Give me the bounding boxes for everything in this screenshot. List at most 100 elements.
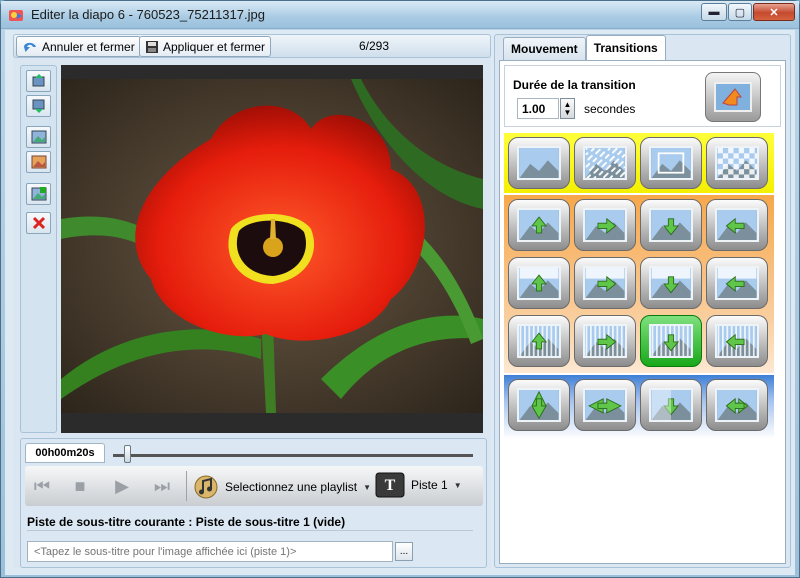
- transition-slide-left-button[interactable]: [706, 199, 768, 251]
- close-button[interactable]: ✕: [753, 3, 795, 21]
- time-display: 00h00m20s: [25, 443, 105, 463]
- transition-blinds-left-icon: [715, 324, 759, 358]
- playlist-dropdown[interactable]: Selectionnez une playlist ▼: [193, 473, 371, 501]
- slide-editor-panel: Annuler et fermer Appliquer et fermer 6/…: [13, 34, 491, 568]
- transition-slide-down-icon: [649, 208, 693, 242]
- image-preview: [61, 65, 483, 433]
- image-add-icon: [31, 187, 46, 201]
- image-icon: [31, 130, 46, 144]
- playlist-label: Selectionnez une playlist: [225, 480, 358, 494]
- tulip-photo: [61, 79, 483, 413]
- apply-close-label: Appliquer et fermer: [163, 39, 266, 54]
- effects-tabs: Mouvement Transitions: [503, 35, 666, 60]
- duration-unit: secondes: [584, 102, 636, 116]
- app-icon: [9, 10, 23, 21]
- transition-preview-button[interactable]: [705, 72, 761, 122]
- subtitle-more-button[interactable]: ...: [395, 542, 413, 561]
- minimize-icon: ▬: [708, 6, 720, 18]
- add-image-button[interactable]: [26, 183, 51, 205]
- transition-fade-icon: [517, 146, 561, 180]
- transition-blinds-down-button[interactable]: [640, 315, 702, 367]
- track-label: Piste 1: [411, 478, 448, 492]
- transition-wipe-down-icon: [649, 266, 693, 300]
- maximize-button[interactable]: ▢: [728, 3, 752, 21]
- skip-back-button[interactable]: ⏮: [27, 474, 57, 498]
- client-area: Annuler et fermer Appliquer et fermer 6/…: [5, 30, 795, 575]
- tab-mouvement[interactable]: Mouvement: [503, 37, 586, 60]
- title-bar[interactable]: Editer la diapo 6 - 760523_75211317.jpg …: [1, 1, 799, 29]
- seek-bar[interactable]: [113, 454, 473, 457]
- move-slide-up-button[interactable]: [26, 70, 51, 92]
- transition-wipe-left-button[interactable]: [706, 257, 768, 309]
- subtitle-track-dropdown[interactable]: T Piste 1 ▼: [375, 472, 462, 498]
- chevron-down-icon: ▼: [453, 480, 462, 490]
- spin-down-icon: ▼: [563, 107, 572, 117]
- transition-blinds-up-icon: [517, 324, 561, 358]
- play-button[interactable]: ▶: [107, 474, 137, 498]
- transition-center-out-button[interactable]: [706, 379, 768, 431]
- replace-image-button[interactable]: [26, 126, 51, 148]
- transition-split-vertical-button[interactable]: [508, 379, 570, 431]
- edit-image-button[interactable]: [26, 151, 51, 173]
- transition-center-out-icon: [715, 388, 759, 422]
- minimize-button[interactable]: ▬: [701, 3, 727, 21]
- skip-forward-button[interactable]: ⏭: [147, 474, 177, 498]
- close-icon: ✕: [769, 6, 779, 19]
- tab-transitions[interactable]: Transitions: [585, 35, 666, 60]
- transition-slide-right-button[interactable]: [574, 199, 636, 251]
- chevron-down-icon: ▼: [363, 482, 372, 492]
- transition-zoom-button[interactable]: [640, 137, 702, 189]
- duration-spinner[interactable]: ▲ ▼: [560, 98, 575, 119]
- apply-close-button[interactable]: Appliquer et fermer: [139, 36, 272, 57]
- transition-center-in-button[interactable]: [640, 379, 702, 431]
- transition-zoom-icon: [649, 146, 693, 180]
- transition-checker-icon: [715, 146, 759, 180]
- duration-input[interactable]: 1.00: [517, 98, 559, 119]
- control-separator: [186, 471, 187, 501]
- side-toolbar: [20, 65, 57, 433]
- move-slide-down-button[interactable]: [26, 95, 51, 117]
- duration-title: Durée de la transition: [513, 78, 636, 92]
- subtitle-input[interactable]: [27, 541, 393, 562]
- transition-wipe-up-button[interactable]: [508, 257, 570, 309]
- transition-checker-button[interactable]: [706, 137, 768, 189]
- save-icon: [146, 40, 158, 53]
- transition-split-horizontal-button[interactable]: [574, 379, 636, 431]
- duration-group: Durée de la transition 1.00 ▲ ▼ secondes: [504, 65, 781, 127]
- transition-blinds-right-button[interactable]: [574, 315, 636, 367]
- transition-fade-button[interactable]: [508, 137, 570, 189]
- stop-button[interactable]: ■: [65, 474, 95, 498]
- transition-wipe-up-icon: [517, 266, 561, 300]
- transition-wipe-right-button[interactable]: [574, 257, 636, 309]
- slide-counter: 6/293: [359, 39, 390, 53]
- effects-panel: Mouvement Transitions Durée de la transi…: [494, 34, 791, 568]
- delete-slide-button[interactable]: [26, 212, 51, 234]
- undo-icon: [24, 42, 36, 52]
- transition-blinds-left-button[interactable]: [706, 315, 768, 367]
- playback-controls: ⏮ ■ ▶ ⏭ Selectionnez une playlist ▼ T Pi…: [25, 466, 483, 506]
- seek-handle[interactable]: [123, 445, 131, 463]
- transitions-grid: [504, 133, 781, 441]
- cancel-close-label: Annuler et fermer: [42, 39, 135, 54]
- transition-slide-up-icon: [517, 208, 561, 242]
- transition-center-in-icon: [649, 388, 693, 422]
- window-title: Editer la diapo 6 - 760523_75211317.jpg: [31, 7, 265, 22]
- transition-slide-left-icon: [715, 208, 759, 242]
- transitions-tab-content: Durée de la transition 1.00 ▲ ▼ secondes: [499, 60, 786, 564]
- transition-slide-down-button[interactable]: [640, 199, 702, 251]
- top-toolbar: Annuler et fermer Appliquer et fermer 6/…: [13, 34, 491, 58]
- play-icon: ▶: [115, 475, 129, 496]
- delete-icon: [32, 216, 45, 230]
- transition-dissolve-button[interactable]: [574, 137, 636, 189]
- app-window: Editer la diapo 6 - 760523_75211317.jpg …: [0, 0, 800, 578]
- transition-wipe-down-button[interactable]: [640, 257, 702, 309]
- transition-wipe-left-icon: [715, 266, 759, 300]
- transition-blinds-down-icon: [649, 324, 693, 358]
- transition-dissolve-icon: [583, 146, 627, 180]
- transition-blinds-up-button[interactable]: [508, 315, 570, 367]
- transition-slide-up-button[interactable]: [508, 199, 570, 251]
- transition-blinds-right-icon: [583, 324, 627, 358]
- cancel-close-button[interactable]: Annuler et fermer: [16, 36, 141, 57]
- skip-forward-icon: ⏭: [153, 475, 171, 496]
- slide-swap-down-icon: [32, 99, 44, 113]
